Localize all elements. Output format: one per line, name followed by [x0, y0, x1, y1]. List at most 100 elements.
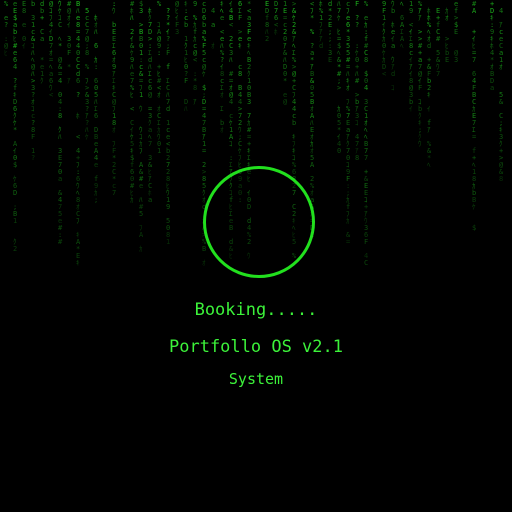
rain-glyph: % [85, 63, 90, 71]
rain-glyph: ﾊ [130, 14, 134, 22]
rain-glyph: 1 [139, 91, 143, 99]
rain-glyph: < [229, 21, 233, 29]
rain-glyph: 9 [193, 0, 197, 8]
rain-glyph: ｹ [85, 133, 89, 141]
rain-glyph: ﾊ [229, 56, 233, 64]
rain-glyph: 0 [337, 147, 341, 155]
rain-glyph: @ [283, 98, 288, 106]
rain-glyph: d [391, 70, 395, 78]
rain-glyph: ; [94, 196, 98, 204]
rain-glyph: $ [13, 161, 17, 169]
rain-glyph: : [94, 63, 98, 71]
os-title: Portfollo OS v2.1 [169, 337, 343, 357]
rain-glyph: ｶ [139, 245, 143, 253]
rain-glyph: ｹ [337, 14, 341, 22]
rain-glyph: ｹ [472, 203, 476, 211]
rain-glyph: 7 [436, 70, 440, 78]
rain-glyph: 2 [265, 35, 269, 43]
rain-glyph: 3 [175, 28, 179, 36]
rain-glyph: 2 [13, 245, 17, 253]
rain-glyph: 4 [364, 84, 368, 92]
rain-glyph: < [49, 91, 53, 99]
rain-glyph: * [13, 126, 17, 134]
rain-glyph: ﾊ [58, 133, 62, 141]
rain-glyph: b [31, 0, 35, 8]
rain-glyph: * [310, 14, 314, 22]
rain-glyph: ? [76, 91, 80, 99]
rain-glyph: f [166, 63, 170, 71]
rain-glyph: ｵ [157, 91, 161, 99]
rain-glyph: 7 [148, 140, 152, 148]
rain-glyph: ﾋ [4, 49, 8, 57]
rain-glyph: ｵ [211, 42, 215, 50]
rain-glyph: 9 [166, 203, 170, 211]
rain-glyph: % [157, 0, 162, 8]
rain-glyph: ﾍ [427, 161, 431, 169]
rain-glyph: ｵ [445, 14, 449, 22]
rain-glyph: E [454, 28, 458, 36]
rain-glyph: 1 [13, 217, 17, 225]
rain-glyph: % [4, 0, 9, 8]
rain-glyph: E [328, 56, 332, 64]
rain-glyph: ﾎ [274, 28, 278, 36]
rain-glyph: C [364, 259, 368, 267]
rain-glyph: > [337, 84, 341, 92]
rain-glyph: ? [4, 21, 8, 29]
rain-glyph: ｴ [220, 105, 224, 113]
rain-glyph: 8 [193, 84, 197, 92]
rain-glyph: ｳ [418, 140, 422, 148]
rain-glyph: ｹ [202, 70, 206, 78]
rain-glyph: 8 [355, 154, 359, 162]
rain-glyph: 4 [499, 7, 503, 15]
rain-glyph: 1 [166, 238, 170, 246]
rain-glyph: ? [355, 21, 359, 29]
rain-glyph: 8 [238, 70, 242, 78]
rain-glyph: ｲ [22, 42, 26, 50]
rain-glyph: ﾍ [400, 42, 404, 50]
rain-glyph: ｳ [112, 7, 116, 15]
rain-glyph: e [220, 14, 224, 22]
rain-glyph: ｶ [346, 217, 350, 225]
rain-glyph: ｸ [40, 77, 44, 85]
rain-glyph: a [211, 21, 215, 29]
rain-glyph: ｵ [220, 91, 224, 99]
rain-glyph: $ [472, 224, 476, 232]
os-subtitle: System [228, 370, 284, 388]
rain-glyph: = [202, 147, 206, 155]
rain-glyph: 6 [76, 77, 80, 85]
rain-glyph: ｵ [346, 84, 350, 92]
rain-glyph: F [31, 133, 35, 141]
rain-glyph: b [391, 7, 395, 15]
rain-glyph: C [58, 21, 62, 29]
boot-screen: % e?: @ ﾋ e E $ a b ﾋ # e 6 4? f ｷ D 6 ｸｹ * A ｲ 0 $ ｹ 6 D; B 1 ｸ 2 E 8 e 0… [0, 0, 512, 512]
rain-glyph: ｱ [67, 77, 71, 85]
rain-glyph: ﾎ [76, 112, 80, 120]
rain-glyph: ｷ [427, 91, 431, 99]
rain-glyph: ｲ [409, 105, 413, 113]
rain-glyph: ｺ [391, 84, 395, 92]
rain-glyph: ｵ [220, 126, 224, 134]
rain-glyph: 3 [454, 56, 458, 64]
rain-glyph: + [40, 14, 44, 22]
rain-glyph: % [310, 28, 315, 36]
rain-glyph: ｺ [355, 119, 359, 127]
rain-glyph: 8 [85, 49, 89, 57]
rain-glyph: 5 [139, 210, 143, 218]
rain-glyph: a [391, 42, 395, 50]
rain-glyph: < [382, 70, 386, 78]
rain-glyph: ｱ [193, 98, 197, 106]
rain-glyph: = [472, 133, 476, 141]
rain-glyph: b [184, 21, 188, 29]
rain-glyph: a [490, 84, 494, 92]
rain-glyph: a [58, 175, 62, 183]
rain-glyph: B [202, 245, 206, 253]
rain-glyph: ｵ [499, 63, 503, 71]
rain-glyph: ｱ [418, 14, 422, 22]
rain-glyph: e [22, 21, 26, 29]
rain-glyph: * [67, 63, 71, 71]
rain-glyph: ﾌ [139, 147, 143, 155]
rain-glyph: # [58, 238, 63, 246]
rain-glyph: ｵ [112, 126, 116, 134]
rain-glyph: b [292, 119, 296, 127]
rain-glyph: ﾌ [76, 217, 80, 225]
